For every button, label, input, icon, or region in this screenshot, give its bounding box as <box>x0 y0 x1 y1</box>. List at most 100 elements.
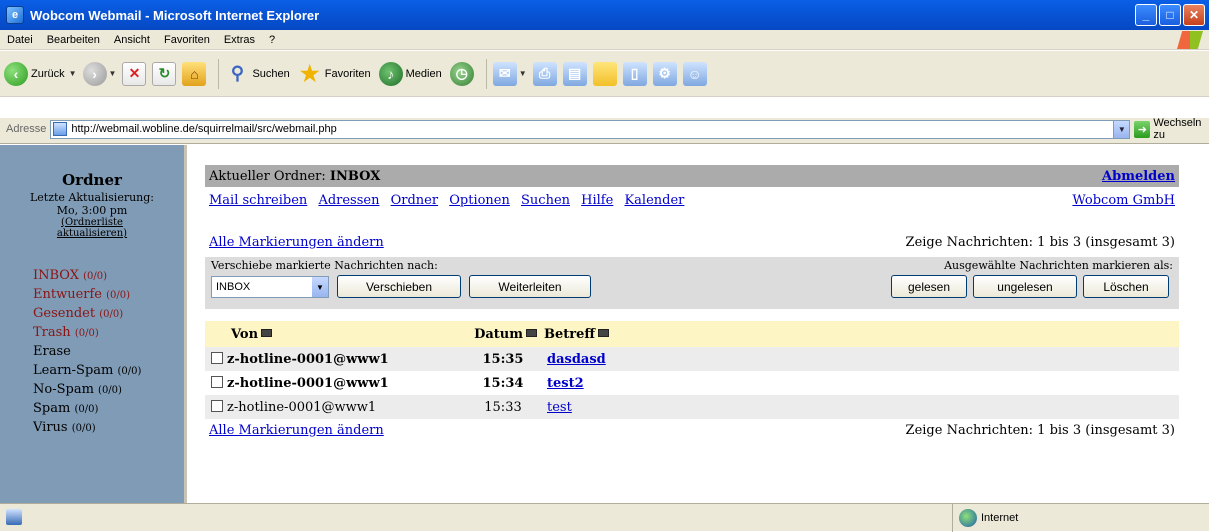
sort-icon[interactable] <box>261 328 273 337</box>
maximize-button[interactable]: □ <box>1159 4 1181 26</box>
menu-ansicht[interactable]: Ansicht <box>107 34 157 46</box>
menu-favoriten[interactable]: Favoriten <box>157 34 217 46</box>
nav-options[interactable]: Optionen <box>449 193 510 208</box>
print-button[interactable]: ⎙ <box>532 61 557 86</box>
stop-button[interactable]: ✕ <box>122 61 147 86</box>
chevron-down-icon[interactable]: ▼ <box>519 69 527 78</box>
refresh-folders-link[interactable]: (Ordnerliste aktualisieren) <box>0 217 184 239</box>
media-button[interactable]: ♪ Medien <box>378 61 444 86</box>
folder-erase[interactable]: Erase <box>33 343 184 362</box>
chevron-down-icon[interactable]: ▼ <box>312 277 328 297</box>
favorites-button[interactable]: ★ Favoriten <box>298 61 373 86</box>
address-label: Adresse <box>6 123 47 135</box>
folder-gesendet[interactable]: Gesendet (0/0) <box>33 305 184 324</box>
edit-page-icon: ▤ <box>562 61 587 86</box>
folder-name: Trash <box>33 325 71 340</box>
folder-count: (0/0) <box>83 271 108 282</box>
nav-folders[interactable]: Ordner <box>391 193 438 208</box>
message-from: z-hotline-0001@www1 <box>205 347 463 371</box>
folder-name: Entwuerfe <box>33 287 102 302</box>
folder-no-spam[interactable]: No-Spam (0/0) <box>33 381 184 400</box>
address-url[interactable]: http://webmail.wobline.de/squirrelmail/s… <box>71 123 1113 135</box>
toggle-all-link-bottom[interactable]: Alle Markierungen ändern <box>209 423 384 438</box>
table-row[interactable]: z-hotline-0001@www1 15:34 test2 <box>205 371 1179 395</box>
company-link[interactable]: Wobcom GmbH <box>1072 193 1175 213</box>
users-button[interactable]: ☺ <box>682 61 707 86</box>
windows-logo-icon <box>1177 31 1203 49</box>
ie-icon: e <box>6 6 24 24</box>
nav-calendar[interactable]: Kalender <box>624 193 684 208</box>
table-row[interactable]: z-hotline-0001@www1 15:33 test <box>205 395 1179 419</box>
table-row[interactable]: z-hotline-0001@www1 15:35 dasdasd <box>205 347 1179 371</box>
move-button[interactable]: Verschieben <box>337 275 461 298</box>
mail-button[interactable]: ✉ ▼ <box>492 61 527 86</box>
sort-icon[interactable] <box>526 328 537 337</box>
search-button[interactable]: ⚲ Suchen <box>225 62 291 86</box>
subject-link[interactable]: test <box>547 400 572 415</box>
folder-count: (0/0) <box>117 366 142 377</box>
toggle-all-link[interactable]: Alle Markierungen ändern <box>209 235 384 257</box>
menu-datei[interactable]: Datei <box>0 34 40 46</box>
chevron-down-icon[interactable]: ▼ <box>109 69 117 78</box>
folder-inbox[interactable]: INBOX (0/0) <box>33 267 184 286</box>
nav-search[interactable]: Suchen <box>521 193 570 208</box>
chevron-down-icon[interactable]: ▼ <box>1113 120 1130 138</box>
nav-addresses[interactable]: Adressen <box>318 193 379 208</box>
subject-link[interactable]: test2 <box>547 376 584 391</box>
nav-compose[interactable]: Mail schreiben <box>209 193 307 208</box>
folder-trash[interactable]: Trash (0/0) <box>33 324 184 343</box>
move-target-select[interactable]: INBOX ▼ <box>211 276 329 298</box>
message-actions: Verschiebe markierte Nachrichten nach: A… <box>205 257 1179 309</box>
select-checkbox[interactable] <box>211 351 223 364</box>
column-date[interactable]: Datum <box>463 321 543 347</box>
address-input[interactable]: http://webmail.wobline.de/squirrelmail/s… <box>50 119 1131 139</box>
research-button[interactable]: ▯ <box>622 61 647 86</box>
chevron-down-icon[interactable]: ▼ <box>69 69 77 78</box>
column-from[interactable]: Von <box>205 321 463 347</box>
go-button[interactable]: ➜ Wechseln zu <box>1134 117 1209 141</box>
refresh-button[interactable]: ↻ <box>152 61 177 86</box>
address-bar: Adresse http://webmail.wobline.de/squirr… <box>0 117 1209 141</box>
menu-bearbeiten[interactable]: Bearbeiten <box>40 34 107 46</box>
minimize-button[interactable]: _ <box>1135 4 1157 26</box>
folder-entwuerfe[interactable]: Entwuerfe (0/0) <box>33 286 184 305</box>
discuss-button[interactable] <box>592 61 617 86</box>
folder-name: Gesendet <box>33 306 96 321</box>
message-count: Zeige Nachrichten: 1 bis 3 (insgesamt 3) <box>905 235 1175 250</box>
messenger-button[interactable]: ⚙ <box>652 61 677 86</box>
mark-read-button[interactable]: gelesen <box>891 275 967 298</box>
close-button[interactable]: ✕ <box>1183 4 1205 26</box>
delete-button[interactable]: Löschen <box>1083 275 1169 298</box>
current-folder-bar: Aktueller Ordner: INBOX Abmelden <box>205 165 1179 187</box>
forward-button[interactable]: › ▼ <box>82 61 117 86</box>
subject-link[interactable]: dasdasd <box>547 352 606 367</box>
nav-help[interactable]: Hilfe <box>581 193 613 208</box>
go-label: Wechseln zu <box>1153 117 1202 141</box>
folder-count: (0/0) <box>106 290 131 301</box>
select-checkbox[interactable] <box>211 399 223 412</box>
folder-count: (0/0) <box>71 423 96 434</box>
note-icon <box>592 61 617 86</box>
home-button[interactable]: ⌂ <box>182 61 207 86</box>
message-from: z-hotline-0001@www1 <box>205 395 463 419</box>
folder-virus[interactable]: Virus (0/0) <box>33 419 184 438</box>
media-label: Medien <box>405 67 442 80</box>
folder-count: (0/0) <box>99 309 124 320</box>
history-button[interactable]: ◷ <box>449 61 474 86</box>
column-subject[interactable]: Betreff <box>543 321 1179 347</box>
forward-button[interactable]: Weiterleiten <box>469 275 591 298</box>
folder-learn-spam[interactable]: Learn-Spam (0/0) <box>33 362 184 381</box>
menu-extras[interactable]: Extras <box>217 34 262 46</box>
message-subject: dasdasd <box>543 347 1179 371</box>
go-arrow-icon: ➜ <box>1134 120 1151 138</box>
users-icon: ☺ <box>682 61 707 86</box>
back-button[interactable]: ‹ Zurück ▼ <box>4 61 77 86</box>
menu-help[interactable]: ? <box>262 34 282 46</box>
mark-unread-button[interactable]: ungelesen <box>973 275 1077 298</box>
logout-link[interactable]: Abmelden <box>1102 169 1175 184</box>
edit-button[interactable]: ▤ <box>562 61 587 86</box>
sort-icon[interactable] <box>598 328 610 337</box>
folder-spam[interactable]: Spam (0/0) <box>33 400 184 419</box>
select-checkbox[interactable] <box>211 375 223 388</box>
folder-name: Spam <box>33 401 71 416</box>
